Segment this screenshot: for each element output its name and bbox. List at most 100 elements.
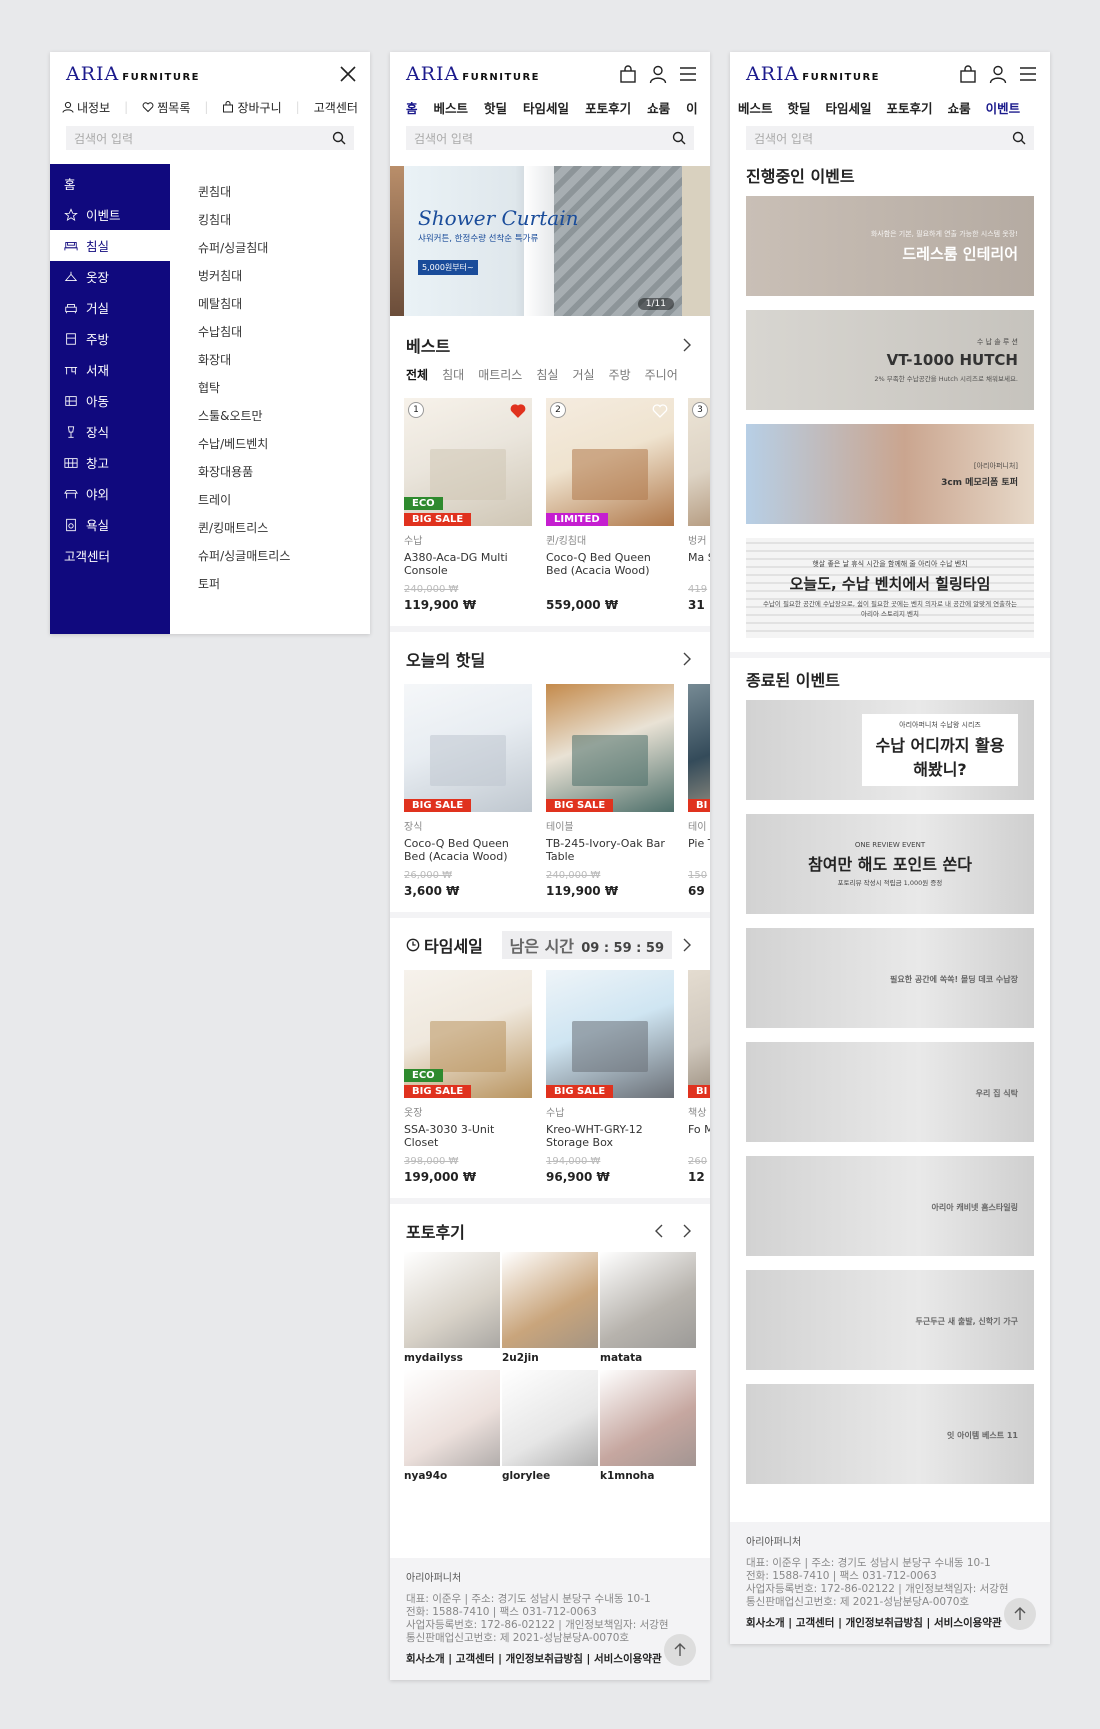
ended-event-banner[interactable]: 아리아퍼니처 수납왕 시리즈 수납 어디까지 활용해봤니? [746, 700, 1034, 800]
ended-event-banner[interactable]: 잇 아이템 베스트 11 [746, 1384, 1034, 1484]
subcategory-item[interactable]: 협탁 [198, 374, 370, 402]
review-photo[interactable] [600, 1252, 696, 1348]
product-name[interactable]: Coco-Q Bed Queen Bed (Acacia Wood) [546, 551, 674, 579]
search-input[interactable]: 검색어 입력 [66, 126, 354, 150]
product-card[interactable]: 1 ECO BIG SALE 수납 A380-Aca-DG Multi Console 2… [404, 398, 532, 612]
subcategory-item[interactable]: 슈퍼/싱글매트리스 [198, 542, 370, 570]
photo-review-item[interactable]: nya94o [404, 1370, 500, 1482]
product-image[interactable]: BI [688, 684, 710, 812]
product-image[interactable]: BIG SALE [546, 684, 674, 812]
wishlist-link[interactable]: 찜목록 [142, 99, 190, 116]
tab-all[interactable]: 전체 [406, 366, 428, 390]
heart-icon[interactable] [652, 403, 668, 419]
ended-event-banner[interactable]: 우리 집 식탁 [746, 1042, 1034, 1142]
category-item[interactable]: 장식 [50, 416, 170, 447]
product-name[interactable]: Kreo-WHT-GRY-12 Storage Box [546, 1123, 674, 1151]
category-item[interactable]: 거실 [50, 292, 170, 323]
my-info-link[interactable]: 내정보 [62, 99, 110, 116]
category-item[interactable]: 서재 [50, 354, 170, 385]
category-item[interactable]: 욕실 [50, 509, 170, 540]
subcategory-item[interactable]: 수납침대 [198, 318, 370, 346]
product-name[interactable]: A380-Aca-DG Multi Console [404, 551, 532, 579]
subcategory-item[interactable]: 화장대 [198, 346, 370, 374]
tab-living[interactable]: 거실 [572, 366, 594, 390]
chevron-right-icon[interactable] [680, 338, 694, 352]
product-image[interactable]: BI [688, 970, 710, 1098]
hero-banner[interactable]: Shower Curtain 샤워커튼, 한정수량 선착순 특가류 5,000원… [390, 166, 710, 316]
search-icon[interactable] [332, 131, 346, 145]
review-photo[interactable] [404, 1252, 500, 1348]
product-card[interactable]: BI 테이 Pie Tal 150 69 [688, 684, 710, 898]
product-image[interactable]: 2 LIMITED [546, 398, 674, 526]
search-input[interactable]: 검색어 입력 [746, 126, 1034, 150]
product-card[interactable]: BIG SALE 수납 Kreo-WHT-GRY-12 Storage Box 194… [546, 970, 674, 1184]
product-card[interactable]: 3 벙커 Ma Sto 419 31 [688, 398, 710, 612]
tab-bed[interactable]: 침대 [442, 366, 464, 390]
ended-event-banner[interactable]: 아리아 캐비넷 홈스타일링 [746, 1156, 1034, 1256]
subcategory-item[interactable]: 퀸침대 [198, 178, 370, 206]
review-photo[interactable] [404, 1370, 500, 1466]
close-icon[interactable] [338, 64, 358, 84]
product-name[interactable]: Pie Tal [688, 837, 710, 865]
event-banner[interactable]: 햇살 좋은 날 휴식 시간을 함께해 줄 아리아 수납 벤치 오늘도, 수납 벤치… [746, 538, 1034, 638]
product-card[interactable]: 2 LIMITED 퀸/킹침대 Coco-Q Bed Queen Bed (Acaci… [546, 398, 674, 612]
nav-showroom[interactable]: 쇼룸 [948, 98, 971, 117]
nav-photo-review[interactable]: 포토후기 [585, 98, 631, 117]
subcategory-item[interactable]: 토퍼 [198, 570, 370, 598]
subcategory-item[interactable]: 벙커침대 [198, 262, 370, 290]
logo[interactable]: ARIA FURNITURE [746, 63, 880, 85]
ended-event-banner[interactable]: 두근두근 새 출발, 신학기 가구 [746, 1270, 1034, 1370]
review-photo[interactable] [502, 1252, 598, 1348]
photo-review-item[interactable]: matata [600, 1252, 696, 1364]
product-name[interactable]: TB-245-Ivory-Oak Bar Table [546, 837, 674, 865]
category-item[interactable]: 침실 [50, 230, 170, 261]
product-image[interactable]: 3 [688, 398, 710, 526]
nav-timesale[interactable]: 타임세일 [826, 98, 872, 117]
nav-timesale[interactable]: 타임세일 [523, 98, 569, 117]
heart-icon[interactable] [510, 403, 526, 419]
category-item[interactable]: 창고 [50, 447, 170, 478]
category-item[interactable]: 홈 [50, 168, 170, 199]
category-item[interactable]: 고객센터 [50, 540, 170, 571]
scroll-top-button[interactable] [1004, 1598, 1036, 1630]
event-banner[interactable]: [아리아퍼니처] 3cm 메모리폼 토퍼 [746, 424, 1034, 524]
photo-review-item[interactable]: 2u2jin [502, 1252, 598, 1364]
tab-mattress[interactable]: 매트리스 [478, 366, 522, 390]
subcategory-item[interactable]: 메탈침대 [198, 290, 370, 318]
search-icon[interactable] [672, 131, 686, 145]
ended-event-banner[interactable]: 필요한 공간에 쏙쏙! 몰딩 데코 수납장 [746, 928, 1034, 1028]
product-name[interactable]: SSA-3030 3-Unit Closet [404, 1123, 532, 1151]
bag-icon[interactable] [958, 64, 978, 84]
ended-event-banner[interactable]: ONE REVIEW EVENT 참여만 해도 포인트 쏜다 포토리뷰 작성시 적립… [746, 814, 1034, 914]
nav-best[interactable]: 베스트 [434, 98, 469, 117]
category-item[interactable]: 아동 [50, 385, 170, 416]
product-card[interactable]: BIG SALE 장식 Coco-Q Bed Queen Bed (Acacia W… [404, 684, 532, 898]
product-image[interactable]: BIG SALE [546, 970, 674, 1098]
nav-hotdeal[interactable]: 핫딜 [788, 98, 811, 117]
nav-event[interactable]: 이벤트 [986, 98, 1021, 117]
chevron-left-icon[interactable] [652, 1224, 666, 1238]
review-photo[interactable] [502, 1370, 598, 1466]
category-item[interactable]: 주방 [50, 323, 170, 354]
nav-best[interactable]: 베스트 [738, 98, 773, 117]
product-card[interactable]: ECO BIG SALE 옷장 SSA-3030 3-Unit Closet 398,0… [404, 970, 532, 1184]
support-link[interactable]: 고객센터 [314, 99, 358, 116]
product-name[interactable]: Ma Sto [688, 551, 710, 579]
product-image[interactable]: 1 ECO BIG SALE [404, 398, 532, 526]
nav-event[interactable]: 이 [686, 98, 698, 117]
product-image[interactable]: BIG SALE [404, 684, 532, 812]
product-name[interactable]: Fo Mo [688, 1123, 710, 1151]
category-item[interactable]: 이벤트 [50, 199, 170, 230]
tab-bedroom[interactable]: 침실 [536, 366, 558, 390]
event-banner[interactable]: 수 납 솔 루 션 VT-1000 HUTCH 2% 부족한 수납공간을 Hutch… [746, 310, 1034, 410]
event-banner[interactable]: 화사함은 기본, 필요하게 연출 가능한 시스템 옷장! 드레스룸 인테리어 [746, 196, 1034, 296]
subcategory-item[interactable]: 스툴&오트만 [198, 402, 370, 430]
tab-junior[interactable]: 주니어 [645, 366, 678, 390]
chevron-right-icon[interactable] [680, 938, 694, 952]
search-icon[interactable] [1012, 131, 1026, 145]
product-name[interactable]: Coco-Q Bed Queen Bed (Acacia Wood) [404, 837, 532, 865]
category-item[interactable]: 옷장 [50, 261, 170, 292]
logo[interactable]: ARIA FURNITURE [66, 63, 200, 85]
nav-hotdeal[interactable]: 핫딜 [484, 98, 507, 117]
nav-showroom[interactable]: 쇼룸 [647, 98, 670, 117]
